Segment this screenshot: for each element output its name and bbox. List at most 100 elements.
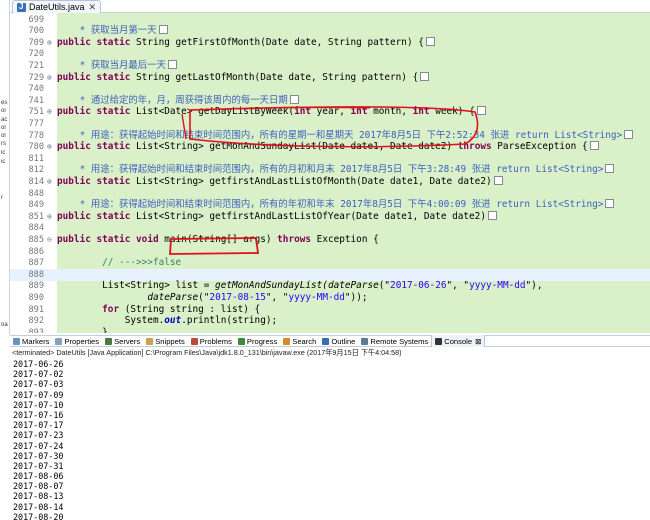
expand-fold-icon[interactable]: ⊕ [47, 177, 55, 186]
collapsed-region-icon[interactable] [425, 36, 435, 46]
strip-fragment: oa [1, 322, 8, 328]
code-line[interactable]: 812 * 用途：获得起始时间和结束时间范围内，所有的月初和月末 2017年8月… [10, 164, 650, 176]
code-line[interactable]: 887 // --->>>false [10, 257, 650, 269]
strip-fragment: lc [1, 150, 6, 156]
code-line[interactable]: 721 * 获取当月最后一天 [10, 59, 650, 72]
collapsed-region-icon[interactable] [420, 71, 430, 81]
tab-label: Remote Systems [370, 336, 429, 346]
code-line[interactable]: 811 [10, 153, 650, 165]
expand-fold-icon[interactable]: ⊕ [47, 108, 55, 116]
strip-fragment: rs [1, 141, 6, 147]
line-number: 887 [28, 258, 44, 269]
code-line[interactable]: 729 ⊕ public static String getLastOfMonth(… [10, 71, 650, 84]
line-number: 851 [28, 211, 44, 222]
expand-fold-icon[interactable]: ⊕ [47, 212, 55, 221]
collapsed-region-icon[interactable] [589, 141, 599, 151]
console-output[interactable]: 2017-06-26 2017-07-02 2017-07-03 2017-07-09… [10, 359, 650, 520]
collapsed-region-icon[interactable] [605, 164, 615, 174]
code-line[interactable]: 849 * 用途：获得起始时间和结束时间范围内，所有的年初和年末 2017年8月… [10, 199, 650, 211]
code-line[interactable]: 778 * 用途：获得起始时间和结束时间范围内，所有的星期一和星期天 2017年… [10, 129, 650, 142]
collapsed-region-icon[interactable] [158, 25, 168, 35]
code-line[interactable]: 741 * 通过给定的年，月，周获得该周内的每一天日期 [10, 94, 650, 107]
line-code: * 用途：获得起始时间和结束时间范围内，所有的星期一和星期天 2017年8月5日… [57, 129, 634, 142]
code-token: static [96, 210, 137, 222]
code-line[interactable]: 740 [10, 83, 650, 95]
code-line[interactable]: 700 * 获取当月第一天 [10, 25, 650, 37]
code-token: List<String> getfirstAndLastListOfMonth(… [136, 175, 492, 187]
console-line: 2017-08-20 [13, 511, 64, 520]
code-line[interactable]: 893 } [10, 327, 650, 333]
code-token: static [96, 71, 137, 83]
code-line[interactable]: 780 ⊕ public static List<String> getMonAnd… [10, 141, 650, 153]
code-line[interactable]: 699 [10, 14, 650, 26]
code-token: * [57, 59, 91, 71]
console-line: 2017-07-17 [13, 420, 64, 431]
console-line: 2017-07-24 [13, 440, 64, 451]
collapsed-region-icon[interactable] [167, 59, 177, 69]
code-editor[interactable]: 699 700 * 获取当月第一天 709 ⊕ public static String… [10, 13, 650, 333]
code-token: "), [525, 280, 543, 292]
code-line[interactable]: 891 for (String string : list) { [10, 304, 650, 316]
code-line[interactable]: 889 List<String> list = getMonAndSundayL… [10, 280, 650, 292]
close-icon[interactable]: ✕ [89, 2, 97, 13]
code-line[interactable]: 848 [10, 188, 650, 200]
close-icon[interactable]: ⊠ [475, 337, 481, 346]
tab-problems[interactable]: Problems [188, 335, 235, 347]
tab-search[interactable]: Search [280, 335, 319, 347]
code-line[interactable]: 777 [10, 118, 650, 130]
strip-fragment: ic [1, 159, 6, 165]
console-line: 2017-07-16 [13, 409, 64, 420]
tab-markers[interactable]: Markers [10, 335, 52, 347]
code-line[interactable]: 888 [10, 268, 650, 281]
collapsed-region-icon[interactable] [289, 94, 299, 104]
line-number: 891 [28, 304, 44, 315]
tab-label: Servers [114, 336, 141, 346]
code-token: List<String> getMonAndSundayList(Date da… [136, 141, 458, 153]
code-line[interactable]: 751 ⊕ public static List<Date> getDayListB… [10, 106, 650, 118]
line-code: public static List<Date> getDayListByWee… [57, 106, 486, 118]
code-token: int [412, 106, 436, 118]
expand-fold-icon[interactable]: ⊕ [47, 73, 55, 82]
code-token: ", " [265, 291, 289, 303]
line-number: 780 [28, 142, 44, 153]
collapsed-region-icon[interactable] [605, 199, 615, 209]
code-line[interactable]: 892 System.out.println(string); [10, 315, 650, 327]
code-line[interactable]: 709 ⊕ public static String getFirstOfMonth… [10, 36, 650, 49]
collapsed-region-icon[interactable] [624, 129, 634, 139]
tab-outline[interactable]: Outline [319, 335, 358, 347]
console-line: 2017-08-14 [13, 501, 64, 512]
code-line[interactable]: 885 ⊖ public static void main(String[] arg… [10, 234, 650, 246]
collapse-fold-icon[interactable]: ⊖ [47, 235, 55, 244]
line-code: public static String getFirstOfMonth(Dat… [57, 36, 435, 49]
tab-remote-systems[interactable]: Remote Systems [358, 335, 431, 347]
tab-console[interactable]: Console ⊠ [431, 335, 486, 347]
code-token: ")); [344, 291, 368, 303]
code-line[interactable]: 884 [10, 222, 650, 234]
code-line[interactable]: 886 [10, 246, 650, 258]
tab-label: Problems [199, 336, 232, 346]
line-code: public static String getLastOfMonth(Date… [57, 71, 430, 84]
code-line[interactable]: 890 dateParse("2017-08-15", "yyyy-MM-dd"… [10, 292, 650, 304]
tab-snippets[interactable]: Snippets [143, 335, 188, 347]
code-token: public [57, 36, 97, 48]
code-token: * [57, 25, 91, 37]
collapsed-region-icon[interactable] [493, 175, 503, 185]
tab-properties[interactable]: Properties [52, 335, 102, 347]
problems-icon [190, 337, 198, 345]
collapsed-region-icon[interactable] [487, 210, 497, 220]
code-token: (dateParse [322, 280, 379, 292]
expand-fold-icon[interactable]: ⊕ [47, 143, 55, 151]
tab-progress[interactable]: Progress [235, 335, 280, 347]
expand-fold-icon[interactable]: ⊕ [47, 38, 55, 47]
tab-servers[interactable]: Servers [102, 335, 143, 347]
code-token: (" [378, 280, 391, 292]
code-line[interactable]: 720 [10, 48, 650, 60]
code-token: year, [316, 106, 351, 118]
code-line[interactable]: 814 ⊕ public static List<String> getfirstA… [10, 175, 650, 188]
collapsed-region-icon[interactable] [476, 106, 486, 116]
console-line: 2017-07-02 [13, 369, 64, 380]
line-code: * 通过给定的年，月，周获得该周内的每一天日期 [57, 94, 299, 107]
code-line[interactable]: 851 ⊕ public static List<String> getfirstA… [10, 210, 650, 223]
line-number: 889 [28, 281, 44, 292]
editor-tab-dateutils[interactable]: DateUtils.java ✕ [12, 0, 102, 13]
